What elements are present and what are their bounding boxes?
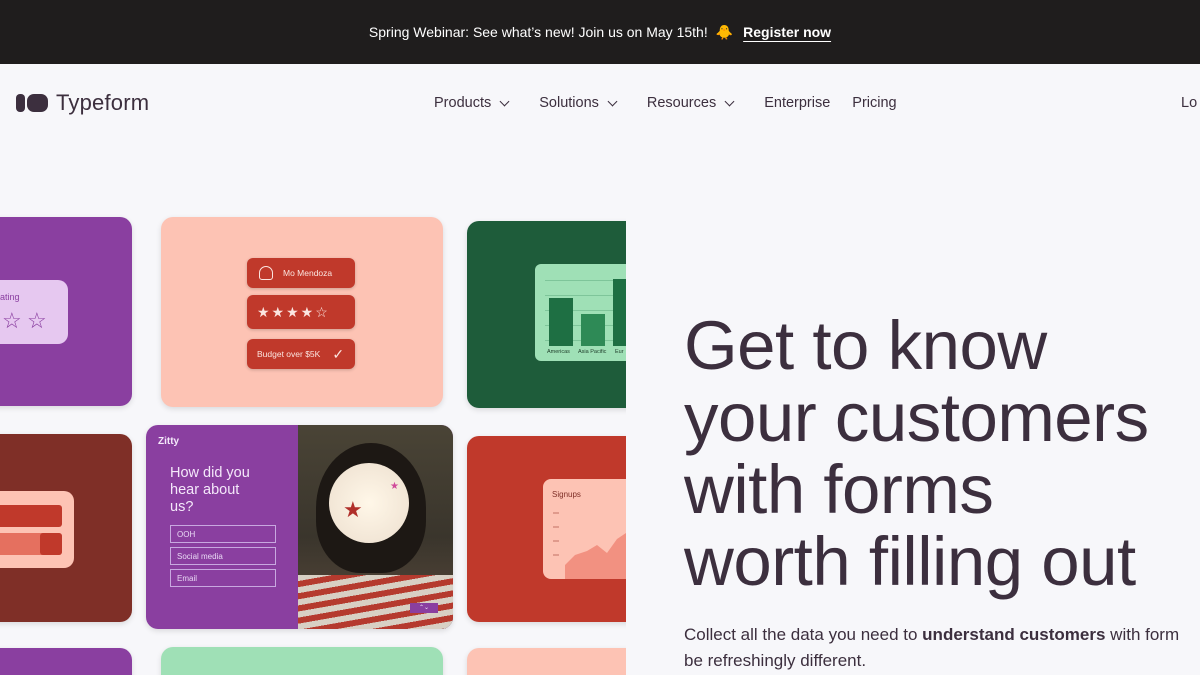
hero-title-line: with forms: [684, 451, 994, 528]
rating-card: ating ☆ ☆: [0, 280, 68, 344]
chart-label: Asia Pacific: [578, 349, 607, 355]
chevron-down-icon: [499, 96, 510, 106]
purple-tile-bottom: [0, 648, 132, 675]
nav-menu: Products Solutions Resources Enterprise …: [434, 95, 919, 111]
budget-label: Budget over $5K: [257, 349, 321, 359]
signups-area-chart: [565, 533, 626, 579]
nav-item-label: Pricing: [852, 95, 897, 111]
subtitle-text: with form: [1105, 625, 1180, 644]
user-icon: [259, 266, 273, 280]
typeform-logo[interactable]: Typeform: [16, 90, 149, 116]
nav-item-label: Products: [434, 95, 492, 111]
survey-tile: [0, 434, 132, 622]
person-photo: ★ ★ ⌃⌄: [298, 425, 453, 629]
budget-chip: Budget over $5K ✓: [247, 339, 355, 369]
nav-item-resources[interactable]: Resources: [646, 95, 735, 111]
chick-icon: 🐥: [715, 23, 734, 40]
nav-item-pricing[interactable]: Pricing: [852, 95, 896, 111]
signups-tile: Signups: [467, 436, 626, 622]
checkmark-icon: ✓: [332, 345, 345, 362]
mint-tile-bottom: [161, 647, 443, 675]
peach-tile-bottom: [467, 648, 626, 675]
main-nav: Typeform Products Solutions Resources En…: [0, 64, 1200, 144]
zitty-brand: Zitty: [158, 436, 180, 447]
chart-label: Americas: [547, 349, 570, 355]
option-bar: [0, 505, 62, 527]
answer-option: Email: [170, 569, 276, 587]
logo-text: Typeform: [56, 90, 150, 115]
option-bar-fill: [40, 533, 62, 555]
chart-bar: [613, 279, 626, 346]
sweater-shape: [298, 575, 453, 629]
nav-item-label: Resources: [646, 95, 717, 111]
nav-item-enterprise[interactable]: Enterprise: [764, 95, 830, 111]
nav-item-label: Solutions: [539, 95, 599, 111]
star-icon: ★: [343, 497, 363, 522]
typeform-logo-icon: [16, 94, 48, 112]
chart-label: Eur: [615, 349, 624, 355]
nav-item-solutions[interactable]: Solutions: [539, 95, 618, 111]
subtitle-line-2: be refreshingly different.: [684, 651, 867, 670]
form-tile: Mo Mendoza ★★★★☆ Budget over $5K ✓: [161, 217, 443, 407]
bar-chart-card: Americas Asia Pacific Eur: [535, 264, 626, 361]
hero-title-line: Get to know: [684, 307, 1047, 384]
register-now-link[interactable]: Register now: [743, 24, 831, 40]
four-star-rating-icon: ★★★★☆: [257, 303, 330, 320]
banner-text: Spring Webinar: See what’s new! Join us …: [368, 24, 708, 40]
signups-card: Signups: [543, 479, 626, 579]
hero-title-line: worth filling out: [684, 523, 1136, 600]
subtitle-text: Collect all the data you need to: [684, 625, 923, 644]
nav-item-label: Enterprise: [764, 95, 831, 111]
login-link[interactable]: Lo: [1181, 95, 1197, 111]
star-outline-icon: ☆: [2, 308, 22, 333]
promo-banner: Spring Webinar: See what’s new! Join us …: [0, 0, 1200, 64]
showcase-mosaic: ating ☆ ☆ Mo Mendoza ★★★★☆ Budget over $…: [0, 200, 626, 675]
lollipop-shape: [329, 463, 409, 543]
person-name: Mo Mendoza: [283, 268, 333, 278]
star-outline-icon: ☆: [27, 308, 47, 333]
star-icon: ★: [390, 481, 399, 492]
hero-title: Get to know your customers with forms wo…: [684, 310, 1149, 598]
nav-arrows: ⌃⌄: [410, 603, 438, 613]
rating-label: ating: [0, 292, 20, 302]
hero-title-line: your customers: [684, 379, 1149, 456]
stars-chip: ★★★★☆: [247, 295, 355, 329]
chart-bar: [581, 314, 605, 346]
subtitle-bold-text: understand customers: [922, 625, 1106, 644]
rating-tile: ating ☆ ☆: [0, 217, 132, 406]
chevron-down-icon: [607, 96, 618, 106]
chart-tile: Americas Asia Pacific Eur: [467, 221, 626, 408]
answer-option: OOH: [170, 525, 276, 543]
name-chip: Mo Mendoza: [247, 258, 355, 288]
chevron-down-icon: [724, 96, 735, 106]
zitty-question: How did you hear about us?: [170, 465, 250, 515]
option-bars-card: [0, 491, 74, 568]
hero-subtitle: Collect all the data you need to underst…: [684, 622, 1179, 674]
nav-item-products[interactable]: Products: [434, 95, 510, 111]
zitty-tile: Zitty How did you hear about us? OOH Soc…: [146, 425, 453, 629]
answer-option: Social media: [170, 547, 276, 565]
chart-bar: [549, 298, 573, 346]
